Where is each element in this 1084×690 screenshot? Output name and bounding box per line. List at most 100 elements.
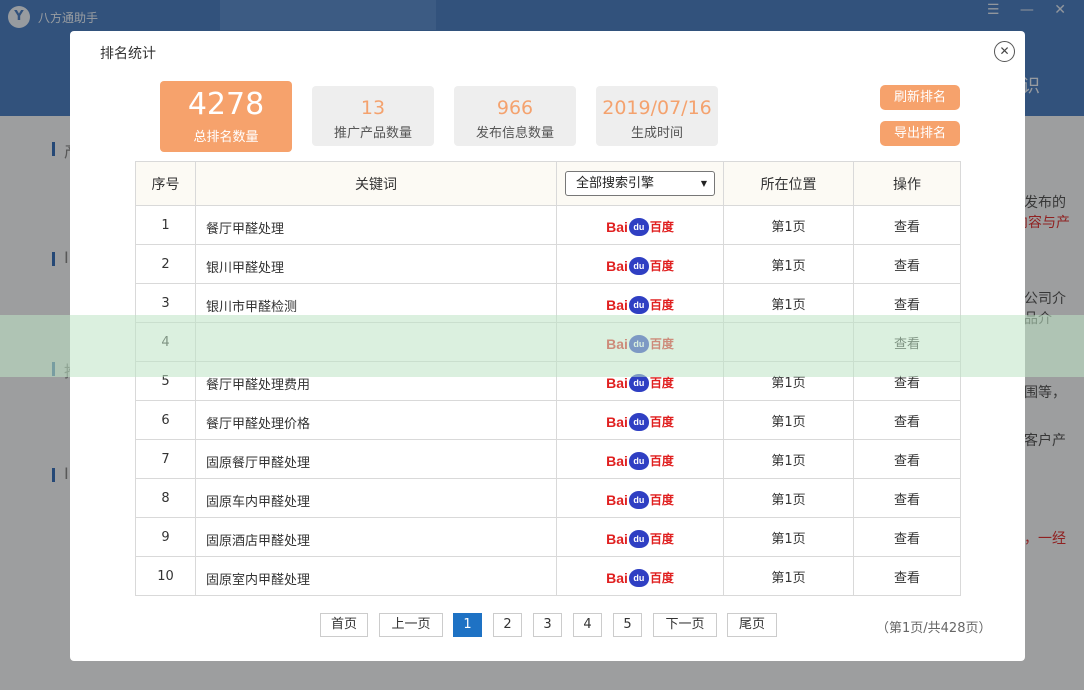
stat-value: 13	[360, 97, 386, 119]
dropdown-arrow-icon: ▼	[700, 179, 707, 188]
row-view-link[interactable]: 查看	[853, 517, 961, 557]
stat-label: 生成时间	[630, 126, 683, 141]
row-index: 2	[135, 244, 196, 284]
row-view-link[interactable]: 查看	[853, 556, 961, 596]
row-keyword: 银川甲醛处理	[195, 244, 557, 284]
row-view-link[interactable]: 查看	[853, 322, 961, 362]
baidu-logo-icon: Bai du 百度	[606, 257, 674, 275]
row-keyword: 银川市甲醛检测	[195, 283, 557, 323]
row-position: 第1页	[723, 400, 854, 440]
column-header-keyword: 关键词	[195, 161, 557, 206]
row-keyword: 餐厅甲醛处理	[195, 205, 557, 245]
row-position: 第1页	[723, 439, 854, 479]
next-page-button[interactable]: 下一页	[653, 613, 717, 637]
baidu-logo-icon: Bai du 百度	[606, 218, 674, 236]
row-engine: Bai du 百度	[556, 400, 724, 440]
column-header-position: 所在位置	[723, 161, 854, 206]
row-position: 第1页	[723, 244, 854, 284]
row-index: 1	[135, 205, 196, 245]
table-row: 10 固原室内甲醛处理 Bai du 百度 第1页 查看	[135, 556, 961, 596]
row-index: 9	[135, 517, 196, 557]
row-index: 6	[135, 400, 196, 440]
baidu-logo-icon: Bai du 百度	[606, 335, 674, 353]
row-engine: Bai du 百度	[556, 361, 724, 401]
row-keyword: 固原室内甲醛处理	[195, 556, 557, 596]
row-view-link[interactable]: 查看	[853, 205, 961, 245]
row-view-link[interactable]: 查看	[853, 439, 961, 479]
column-header-index: 序号	[135, 161, 196, 206]
baidu-logo-icon: Bai du 百度	[606, 296, 674, 314]
row-view-link[interactable]: 查看	[853, 478, 961, 518]
row-index: 3	[135, 283, 196, 323]
close-button[interactable]: ✕	[994, 41, 1015, 62]
baidu-logo-icon: Bai du 百度	[606, 374, 674, 392]
row-keyword: 餐厅甲醛处理价格	[195, 400, 557, 440]
stat-label: 推广产品数量	[333, 126, 412, 141]
column-header-action: 操作	[853, 161, 961, 206]
stat-promoted-products: 13 推广产品数量	[312, 86, 434, 146]
ranking-stats-modal: 排名统计 ✕ 4278 总排名数量 13 推广产品数量 966 发布信息数量 2…	[70, 31, 1025, 661]
row-view-link[interactable]: 查看	[853, 244, 961, 284]
row-index: 4	[135, 322, 196, 362]
row-position: 第1页	[723, 205, 854, 245]
last-page-button[interactable]: 尾页	[727, 613, 777, 637]
page-button-1[interactable]: 1	[453, 613, 482, 637]
row-engine: Bai du 百度	[556, 283, 724, 323]
table-header-row: 序号 关键词 全部搜索引擎 ▼ 所在位置 操作	[135, 161, 961, 206]
row-engine: Bai du 百度	[556, 205, 724, 245]
page-button-4[interactable]: 4	[573, 613, 602, 637]
column-header-engine: 全部搜索引擎 ▼	[556, 161, 724, 206]
row-view-link[interactable]: 查看	[853, 361, 961, 401]
search-engine-select[interactable]: 全部搜索引擎 ▼	[565, 171, 715, 196]
row-position: 第1页	[723, 556, 854, 596]
baidu-logo-icon: Bai du 百度	[606, 569, 674, 587]
search-engine-selected: 全部搜索引擎	[576, 176, 655, 191]
page-button-3[interactable]: 3	[533, 613, 562, 637]
table-row: 1 餐厅甲醛处理 Bai du 百度 第1页 查看	[135, 205, 961, 245]
row-engine: Bai du 百度	[556, 439, 724, 479]
stat-published-info: 966 发布信息数量	[454, 86, 576, 146]
row-position: 第1页	[723, 478, 854, 518]
stat-label: 总排名数量	[193, 130, 259, 145]
baidu-logo-icon: Bai du 百度	[606, 413, 674, 431]
first-page-button[interactable]: 首页	[320, 613, 368, 637]
table-row: 3 银川市甲醛检测 Bai du 百度 第1页 查看	[135, 283, 961, 323]
row-engine: Bai du 百度	[556, 244, 724, 284]
ranking-table: 序号 关键词 全部搜索引擎 ▼ 所在位置 操作 1 餐厅甲醛处理 Bai du 百度 第1…	[135, 161, 961, 596]
table-row: 2 银川甲醛处理 Bai du 百度 第1页 查看	[135, 244, 961, 284]
row-index: 10	[135, 556, 196, 596]
export-ranking-button[interactable]: 导出排名	[880, 121, 960, 146]
row-index: 8	[135, 478, 196, 518]
table-row: 9 固原酒店甲醛处理 Bai du 百度 第1页 查看	[135, 517, 961, 557]
row-position: 第1页	[723, 283, 854, 323]
page-button-5[interactable]: 5	[613, 613, 642, 637]
row-keyword: 固原餐厅甲醛处理	[195, 439, 557, 479]
baidu-logo-icon: Bai du 百度	[606, 530, 674, 548]
table-row: 5 餐厅甲醛处理费用 Bai du 百度 第1页 查看	[135, 361, 961, 401]
row-position: 第1页	[723, 361, 854, 401]
table-row: 8 固原车内甲醛处理 Bai du 百度 第1页 查看	[135, 478, 961, 518]
row-engine: Bai du 百度	[556, 478, 724, 518]
stat-total-rankings: 4278 总排名数量	[160, 81, 292, 152]
refresh-ranking-button[interactable]: 刷新排名	[880, 85, 960, 110]
modal-title: 排名统计	[100, 46, 156, 62]
row-engine: Bai du 百度	[556, 556, 724, 596]
row-index: 7	[135, 439, 196, 479]
row-keyword	[195, 322, 557, 362]
row-keyword: 固原车内甲醛处理	[195, 478, 557, 518]
stat-value: 966	[496, 97, 534, 119]
page-info: （第1页/共428页）	[876, 621, 992, 636]
row-keyword: 餐厅甲醛处理费用	[195, 361, 557, 401]
stat-value: 2019/07/16	[602, 97, 712, 119]
baidu-logo-icon: Bai du 百度	[606, 491, 674, 509]
row-view-link[interactable]: 查看	[853, 400, 961, 440]
baidu-logo-icon: Bai du 百度	[606, 452, 674, 470]
page-button-2[interactable]: 2	[493, 613, 522, 637]
stat-value: 4278	[187, 87, 265, 122]
row-view-link[interactable]: 查看	[853, 283, 961, 323]
row-engine: Bai du 百度	[556, 322, 724, 362]
row-engine: Bai du 百度	[556, 517, 724, 557]
stat-generated-time: 2019/07/16 生成时间	[596, 86, 718, 146]
table-row: 6 餐厅甲醛处理价格 Bai du 百度 第1页 查看	[135, 400, 961, 440]
prev-page-button[interactable]: 上一页	[379, 613, 443, 637]
